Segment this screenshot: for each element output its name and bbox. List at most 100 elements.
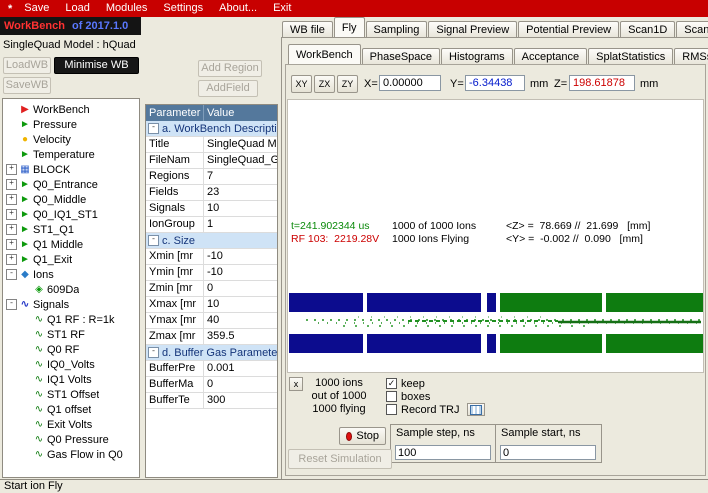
param-row[interactable]: FileNam SingleQuad_GF2 — [146, 153, 277, 169]
param-row[interactable]: Signals 10 — [146, 201, 277, 217]
tree-item[interactable]: Q0_IQ1_ST1 — [3, 207, 139, 222]
tree-item[interactable]: Q0 RF — [3, 342, 139, 357]
tree-item[interactable]: Q1 RF : R=1k — [3, 312, 139, 327]
tree-item[interactable]: Ions — [3, 267, 139, 282]
collapse-icon[interactable] — [148, 347, 159, 358]
param-section-row[interactable]: a. WorkBench Description — [146, 121, 277, 137]
tree-item[interactable]: Q0_Middle — [3, 192, 139, 207]
keep-checkbox-box[interactable] — [386, 378, 397, 389]
param-value-cell[interactable]: SingleQuad Mod — [204, 137, 277, 152]
param-row[interactable]: BufferPre 0.001 — [146, 361, 277, 377]
param-value-cell[interactable]: -10 — [204, 249, 277, 264]
reset-simulation-button[interactable]: Reset Simulation — [288, 449, 392, 469]
tree-expander-icon[interactable] — [6, 224, 17, 235]
param-row[interactable]: Ymax [mr 40 — [146, 313, 277, 329]
menu-item[interactable]: Modules — [98, 0, 156, 17]
param-value-cell[interactable]: 0 — [204, 377, 277, 392]
z-coordinate-field[interactable] — [569, 75, 635, 91]
param-value-cell[interactable]: 300 — [204, 393, 277, 408]
tree-expander-icon[interactable] — [6, 254, 17, 265]
tree-item[interactable]: IQ1 Volts — [3, 372, 139, 387]
param-value-cell[interactable]: 23 — [204, 185, 277, 200]
tree-item[interactable]: Q1 Middle — [3, 237, 139, 252]
tree-item[interactable]: Pressure — [3, 117, 139, 132]
menu-item[interactable]: Load — [57, 0, 97, 17]
tree-item[interactable]: Q1_Exit — [3, 252, 139, 267]
param-row[interactable]: Xmin [mr -10 — [146, 249, 277, 265]
tree-expander-icon[interactable] — [6, 239, 17, 250]
param-value-cell[interactable]: SingleQuad_GF2 — [204, 153, 277, 168]
main-tab[interactable]: Potential Preview — [518, 21, 619, 38]
menu-item[interactable]: About... — [211, 0, 265, 17]
param-row[interactable]: IonGroup 1 — [146, 217, 277, 233]
tree-expander-icon[interactable] — [6, 164, 17, 175]
param-row[interactable]: Ymin [mr -10 — [146, 265, 277, 281]
param-value-cell[interactable]: 0 — [204, 281, 277, 296]
tree-item[interactable]: IQ0_Volts — [3, 357, 139, 372]
record-trj-checkbox-box[interactable] — [386, 404, 397, 415]
view-tab[interactable]: SplatStatistics — [588, 48, 673, 65]
y-coordinate-field[interactable] — [465, 75, 525, 91]
tree-item[interactable]: Q1 offset — [3, 402, 139, 417]
tree-expander-icon[interactable] — [6, 179, 17, 190]
sample-start-input[interactable] — [500, 445, 596, 460]
collapse-icon[interactable] — [148, 235, 159, 246]
x-coordinate-field[interactable] — [379, 75, 441, 91]
view-tab[interactable]: PhaseSpace — [362, 48, 440, 65]
tree-item[interactable]: WorkBench — [3, 102, 139, 117]
tree-item[interactable]: Exit Volts — [3, 417, 139, 432]
tree-item[interactable]: ST1_Q1 — [3, 222, 139, 237]
projection-button[interactable]: ZX — [314, 75, 335, 93]
projection-button[interactable]: XY — [291, 75, 312, 93]
param-value-cell[interactable]: 10 — [204, 297, 277, 312]
menu-item[interactable]: Exit — [265, 0, 299, 17]
param-row[interactable]: Xmax [mr 10 — [146, 297, 277, 313]
param-row[interactable]: Title SingleQuad Mod — [146, 137, 277, 153]
param-value-cell[interactable]: 7 — [204, 169, 277, 184]
param-value-cell[interactable]: -10 — [204, 265, 277, 280]
add-field-button[interactable]: AddField — [198, 80, 258, 97]
main-tab[interactable]: Signal Preview — [428, 21, 517, 38]
main-tab[interactable]: WB file — [282, 21, 333, 38]
menu-item[interactable]: Settings — [155, 0, 211, 17]
main-tab[interactable]: Scan1D — [620, 21, 675, 38]
param-value-cell[interactable]: 359.5 — [204, 329, 277, 344]
main-tab[interactable]: Sampling — [366, 21, 428, 38]
tree-item[interactable]: ST1 RF — [3, 327, 139, 342]
boxes-checkbox-box[interactable] — [386, 391, 397, 402]
tree-item[interactable]: 609Da — [3, 282, 139, 297]
tree-expander-icon[interactable] — [6, 209, 17, 220]
load-wb-button[interactable]: LoadWB — [3, 57, 51, 74]
projection-button[interactable]: ZY — [337, 75, 358, 93]
collapse-icon[interactable] — [148, 123, 159, 134]
param-value-cell[interactable]: 1 — [204, 217, 277, 232]
minimise-wb-button[interactable]: Minimise WB — [54, 57, 139, 74]
param-row[interactable]: BufferTe 300 — [146, 393, 277, 409]
param-section-row[interactable]: d. Buffer Gas Parameters — [146, 345, 277, 361]
main-tab[interactable]: Scan2D — [676, 21, 708, 38]
tree-expander-icon[interactable] — [6, 269, 17, 280]
view-tab[interactable]: Acceptance — [514, 48, 587, 65]
tree-item[interactable]: Velocity — [3, 132, 139, 147]
param-value-cell[interactable]: 10 — [204, 201, 277, 216]
view-tab[interactable]: WorkBench — [288, 44, 361, 65]
close-ions-button[interactable]: x — [289, 377, 303, 391]
param-row[interactable]: Zmin [mr 0 — [146, 281, 277, 297]
stop-button[interactable]: Stop — [339, 427, 386, 445]
tree-item[interactable]: Temperature — [3, 147, 139, 162]
record-trj-checkbox[interactable]: Record TRJ — [386, 403, 485, 416]
view-tab[interactable]: Histograms — [441, 48, 513, 65]
tree-expander-icon[interactable] — [6, 194, 17, 205]
param-value-cell[interactable]: 0.001 — [204, 361, 277, 376]
tree-item[interactable]: Q0_Entrance — [3, 177, 139, 192]
tree-expander-icon[interactable] — [6, 299, 17, 310]
view-tab[interactable]: RMSstatis — [674, 48, 708, 65]
sample-step-input[interactable] — [395, 445, 491, 460]
main-tab[interactable]: Fly — [334, 17, 365, 38]
record-trj-file-button[interactable] — [467, 403, 485, 416]
param-row[interactable]: BufferMa 0 — [146, 377, 277, 393]
param-section-row[interactable]: c. Size — [146, 233, 277, 249]
param-row[interactable]: Regions 7 — [146, 169, 277, 185]
keep-checkbox[interactable]: keep — [386, 377, 485, 390]
menu-item[interactable]: Save — [16, 0, 57, 17]
